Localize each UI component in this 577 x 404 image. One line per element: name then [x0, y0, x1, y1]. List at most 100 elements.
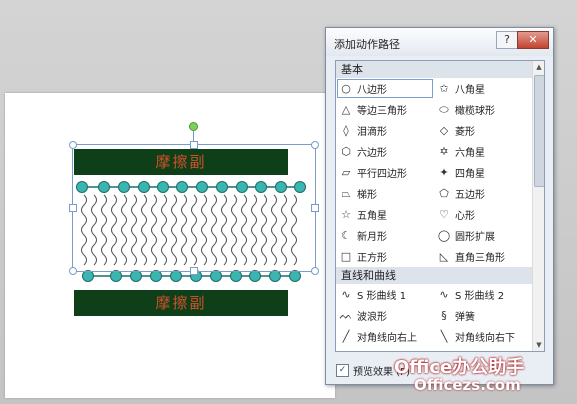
list-row: ◊ 泪滴形 ◇ 菱形 — [336, 120, 532, 141]
motion-path-item[interactable]: ◊ 泪滴形 — [336, 120, 434, 141]
bead-circle — [210, 270, 222, 282]
parallelogram-icon: ▱ — [341, 166, 351, 179]
motion-path-item-label: 泪滴形 — [357, 127, 387, 138]
square-icon: □ — [340, 250, 352, 263]
resize-handle-left[interactable] — [69, 204, 77, 212]
circle-expand-icon: ◯ — [437, 229, 451, 242]
resize-handle-bottom[interactable] — [190, 267, 198, 275]
motion-path-item-label: 六角星 — [455, 148, 485, 159]
rotation-handle[interactable] — [189, 122, 198, 131]
motion-path-item-label: 心形 — [455, 211, 475, 222]
motion-path-item[interactable]: ☆ 五角星 — [336, 204, 434, 225]
motion-path-item-label: 对角线向右下 — [455, 333, 515, 344]
selection-box[interactable] — [72, 144, 316, 272]
list-scrollbar[interactable]: ▲ ▼ — [532, 61, 544, 351]
list-row: ∿ S 形曲线 1 ∿ S 形曲线 2 — [336, 284, 532, 305]
motion-path-item-label: 菱形 — [455, 127, 475, 138]
circle-icon: ○ — [341, 82, 351, 95]
list-row: ☆ 五角星 ♡ 心形 — [336, 204, 532, 225]
motion-path-item-label: 梯形 — [357, 190, 377, 201]
bottom-friction-band[interactable]: 摩擦副 — [74, 290, 288, 316]
preview-effect-checkbox[interactable]: ✓ — [336, 364, 349, 377]
motion-path-item[interactable]: ♡ 心形 — [434, 204, 532, 225]
teardrop-icon: ◊ — [343, 124, 349, 137]
motion-path-item[interactable]: ✡ 六角星 — [434, 141, 532, 162]
resize-handle-top[interactable] — [190, 141, 198, 149]
motion-path-item[interactable]: ▱ 平行四边形 — [336, 162, 434, 183]
diagonal-up-right-icon: ╱ — [342, 330, 350, 343]
bead-circle — [110, 270, 122, 282]
add-motion-path-dialog: 添加动作路径 ? ✕ 基本 ○ 八边形 ✩ 八角星 △ 等边三角形 ⬭ 橄榄球形 ◊ 泪滴形 ◇ 菱形 ⬡… — [325, 27, 554, 385]
isosceles-triangle-icon: △ — [341, 103, 351, 116]
spring-icon: § — [441, 309, 447, 322]
arc-icon: ⌒ — [339, 350, 353, 352]
motion-path-item-label: 弯头 — [357, 350, 377, 351]
motion-path-item[interactable]: ⬭ 橄榄球形 — [434, 99, 532, 120]
watermark-url: Officezs.com — [414, 376, 521, 394]
motion-path-item[interactable]: ∿ S 形曲线 2 — [434, 284, 532, 305]
motion-path-item[interactable]: ∿ S 形曲线 1 — [336, 284, 434, 305]
motion-path-item-label: 圆形扩展 — [455, 232, 495, 243]
bead-circle — [170, 270, 182, 282]
resize-handle-bottom-right[interactable] — [311, 267, 319, 275]
five-point-star-icon: ☆ — [341, 208, 351, 221]
motion-path-item[interactable]: ⌒ 弯头 — [336, 347, 434, 352]
motion-path-item-label: 对角线向右上 — [357, 333, 417, 344]
motion-path-item-label: 五边形 — [455, 190, 485, 201]
motion-path-item[interactable]: ⬡ 六边形 — [336, 141, 434, 162]
motion-path-item-label: 弹簧 — [455, 312, 475, 323]
list-row: ⌒ 弯头 ➰ 螺旋向右 — [336, 347, 532, 352]
scroll-up-arrow-icon[interactable]: ▲ — [533, 61, 544, 73]
motion-path-item[interactable]: △ 等边三角形 — [336, 99, 434, 120]
right-triangle-icon: ◺ — [439, 250, 449, 263]
motion-path-item[interactable]: § 弹簧 — [434, 305, 532, 326]
six-point-star-icon: ✡ — [439, 145, 449, 158]
motion-path-item[interactable]: ◺ 直角三角形 — [434, 246, 532, 267]
motion-path-item[interactable]: ╱ 对角线向右上 — [336, 326, 434, 347]
motion-path-item[interactable]: ◯ 圆形扩展 — [434, 225, 532, 246]
motion-path-item[interactable]: ᨓ 波浪形 — [336, 305, 434, 326]
list-row: ╱ 对角线向右上 ╲ 对角线向右下 — [336, 326, 532, 347]
motion-path-item[interactable]: ⬠ 五边形 — [434, 183, 532, 204]
list-row: ○ 八边形 ✩ 八角星 — [336, 78, 532, 99]
resize-handle-top-left[interactable] — [69, 141, 77, 149]
pentagon-icon: ⬠ — [439, 187, 449, 200]
motion-path-item[interactable]: ☾ 新月形 — [336, 225, 434, 246]
resize-handle-right[interactable] — [311, 204, 319, 212]
motion-path-item[interactable]: ➰ 螺旋向右 — [434, 347, 532, 352]
diagonal-down-right-icon: ╲ — [440, 330, 448, 343]
list-row: ▱ 平行四边形 ✦ 四角星 — [336, 162, 532, 183]
hexagon-icon: ⬡ — [341, 145, 351, 158]
four-point-star-icon: ✦ — [439, 166, 449, 179]
motion-path-item-label: 新月形 — [357, 232, 387, 243]
motion-path-item-label: 波浪形 — [357, 312, 387, 323]
motion-path-item[interactable]: ⏢ 梯形 — [336, 183, 434, 204]
heart-icon: ♡ — [439, 208, 449, 221]
motion-path-item[interactable]: □ 正方形 — [336, 246, 434, 267]
motion-path-item[interactable]: ○ 八边形 — [336, 78, 434, 99]
motion-path-item-label: 平行四边形 — [357, 169, 407, 180]
close-button[interactable]: ✕ — [517, 31, 549, 49]
motion-path-item[interactable]: ✦ 四角星 — [434, 162, 532, 183]
motion-path-item[interactable]: ✩ 八角星 — [434, 78, 532, 99]
football-icon: ⬭ — [439, 102, 449, 116]
resize-handle-top-right[interactable] — [311, 141, 319, 149]
group-header: 直线和曲线 — [336, 267, 532, 284]
crescent-moon-icon: ☾ — [341, 229, 351, 242]
loop-icon: ➰ — [437, 351, 451, 352]
motion-path-list[interactable]: 基本 ○ 八边形 ✩ 八角星 △ 等边三角形 ⬭ 橄榄球形 ◊ 泪滴形 ◇ 菱形 ⬡ 六边形 ✡ 六角星 ▱ 平行四… — [335, 60, 545, 352]
list-row: ☾ 新月形 ◯ 圆形扩展 — [336, 225, 532, 246]
motion-path-item[interactable]: ◇ 菱形 — [434, 120, 532, 141]
bead-circle — [249, 270, 261, 282]
bead-circle — [130, 270, 142, 282]
motion-path-list-content: 基本 ○ 八边形 ✩ 八角星 △ 等边三角形 ⬭ 橄榄球形 ◊ 泪滴形 ◇ 菱形 ⬡ 六边形 ✡ 六角星 ▱ 平行四… — [336, 61, 532, 352]
scroll-thumb[interactable] — [534, 75, 544, 187]
scroll-down-arrow-icon[interactable]: ▼ — [533, 339, 544, 351]
dialog-titlebar[interactable]: 添加动作路径 ? ✕ — [326, 28, 553, 56]
help-button[interactable]: ? — [496, 31, 518, 49]
motion-path-item[interactable]: ╲ 对角线向右下 — [434, 326, 532, 347]
diamond-icon: ◇ — [439, 124, 449, 137]
resize-handle-bottom-left[interactable] — [69, 267, 77, 275]
bead-circle — [82, 270, 94, 282]
list-row: ⬡ 六边形 ✡ 六角星 — [336, 141, 532, 162]
